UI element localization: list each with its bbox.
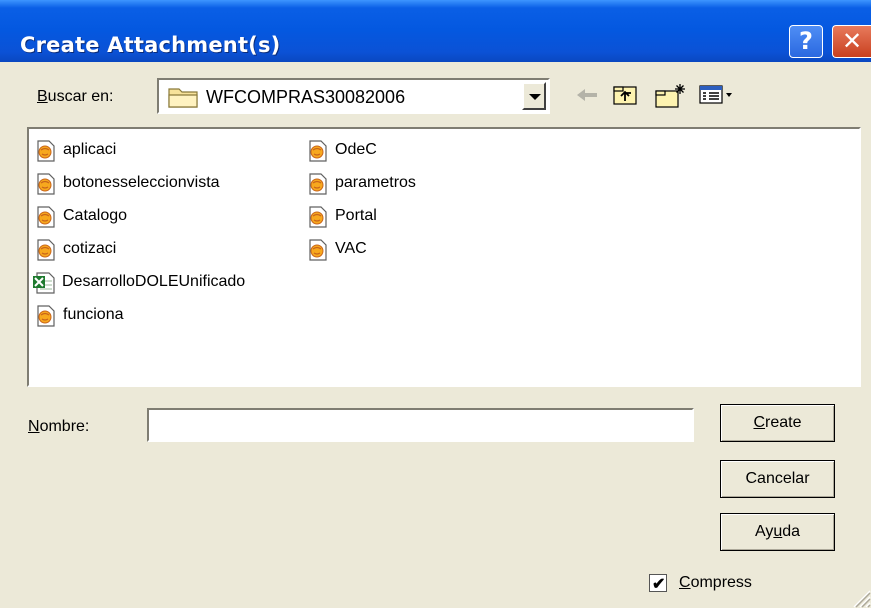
close-button[interactable]: ✕: [832, 25, 871, 58]
compress-label: Compress: [679, 574, 752, 591]
close-icon: ✕: [841, 27, 863, 55]
web-page-icon: [309, 206, 327, 228]
web-page-icon: [309, 239, 327, 261]
up-folder-icon[interactable]: [612, 83, 638, 107]
folder-icon: [168, 88, 198, 108]
chevron-down-icon[interactable]: [522, 82, 546, 110]
web-page-icon: [37, 140, 55, 162]
create-button[interactable]: Create: [720, 404, 835, 442]
cancel-button[interactable]: Cancelar: [720, 460, 835, 498]
back-icon[interactable]: [574, 83, 600, 107]
help-dialog-button[interactable]: Ayuda: [720, 513, 835, 551]
resize-grip-icon[interactable]: [849, 586, 871, 608]
web-page-icon: [37, 206, 55, 228]
checkmark-icon: ✔: [652, 576, 666, 593]
file-list[interactable]: aplicaci botonesseleccionvista Catalogo: [27, 127, 861, 387]
web-page-icon: [37, 173, 55, 195]
excel-icon: [33, 272, 55, 294]
title-bar: Create Attachment(s) ? ✕: [0, 0, 871, 62]
web-page-icon: [37, 305, 55, 327]
web-page-icon: [37, 239, 55, 261]
view-menu-icon[interactable]: [698, 83, 736, 107]
lookin-value: WFCOMPRAS30082006: [206, 87, 406, 107]
new-folder-icon[interactable]: [654, 83, 688, 109]
web-page-icon: [309, 140, 327, 162]
help-icon: ?: [799, 27, 813, 55]
nombre-input[interactable]: [147, 408, 694, 442]
help-button[interactable]: ?: [789, 25, 823, 58]
compress-checkbox[interactable]: ✔: [649, 574, 667, 593]
dialog-title: Create Attachment(s): [20, 33, 281, 57]
nombre-label: Nombre:: [28, 418, 90, 435]
lookin-label: Buscar en:: [37, 88, 114, 105]
lookin-combo[interactable]: WFCOMPRAS30082006: [157, 78, 550, 114]
web-page-icon: [309, 173, 327, 195]
